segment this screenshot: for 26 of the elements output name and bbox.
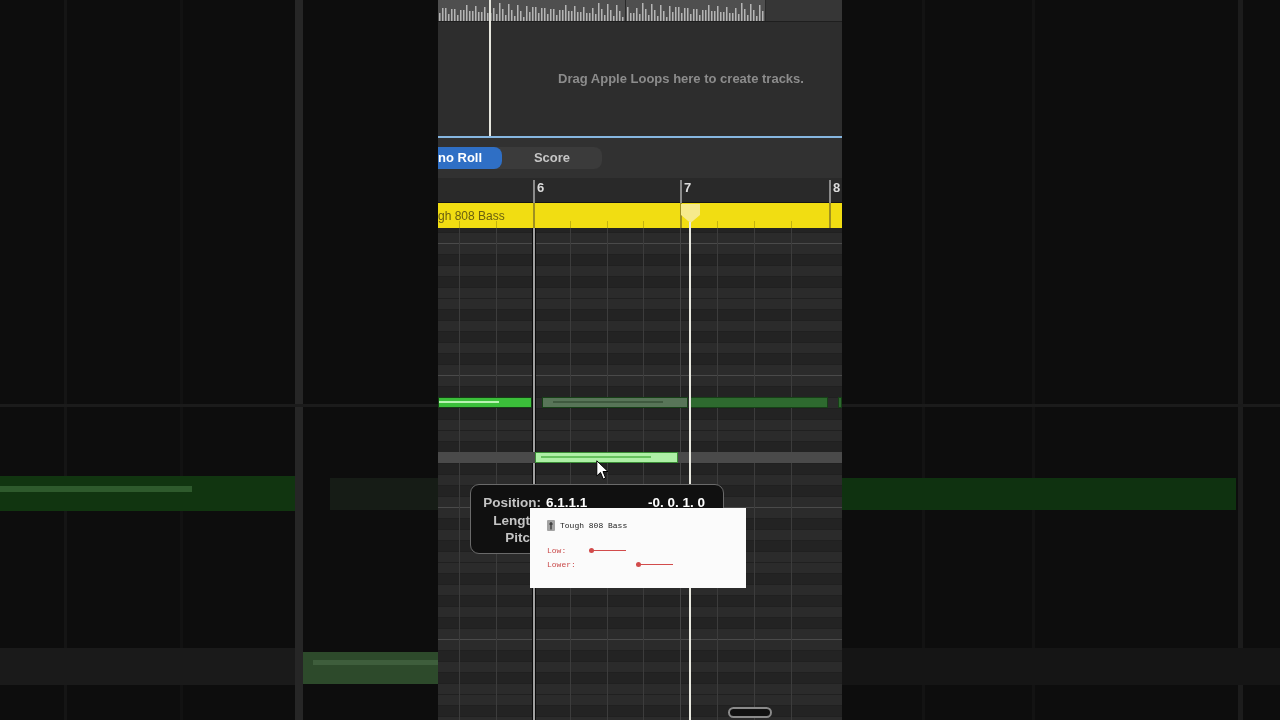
midi-region[interactable]: gh 808 Bass: [438, 203, 842, 228]
editor-tab[interactable]: Score: [502, 147, 602, 169]
slider-label: Lower:: [547, 560, 577, 569]
bar-number: 8: [833, 180, 841, 196]
editor-tab[interactable]: no Roll: [438, 147, 502, 169]
slider-label: Low:: [547, 546, 568, 555]
audio-region[interactable]: [438, 0, 626, 21]
midi-note[interactable]: [438, 397, 532, 408]
audio-region[interactable]: [626, 0, 766, 21]
slider-thumb[interactable]: [589, 548, 594, 553]
tooltip-value: 6.1.1.1: [546, 494, 588, 512]
slider-track[interactable]: [636, 562, 673, 567]
dagger-icon: [547, 520, 555, 531]
popup-title: Tough 808 Bass: [560, 520, 628, 531]
slider-track[interactable]: [589, 548, 626, 553]
tooltip-label: Pitc: [505, 529, 530, 547]
tooltip-label: Lengt: [493, 511, 530, 529]
slider-thumb[interactable]: [636, 562, 641, 567]
bar-number: 6: [537, 180, 545, 196]
bar-number: 7: [684, 180, 692, 196]
empty-area-hint: Drag Apple Loops here to create tracks.: [558, 70, 804, 89]
tooltip-delta: -0. 0. 1. 0: [647, 494, 705, 512]
cursor-arrow-icon: [596, 460, 609, 480]
scroll-handle[interactable]: [728, 707, 772, 718]
tooltip-label: Position:: [483, 494, 541, 512]
region-name: gh 808 Bass: [438, 207, 505, 225]
